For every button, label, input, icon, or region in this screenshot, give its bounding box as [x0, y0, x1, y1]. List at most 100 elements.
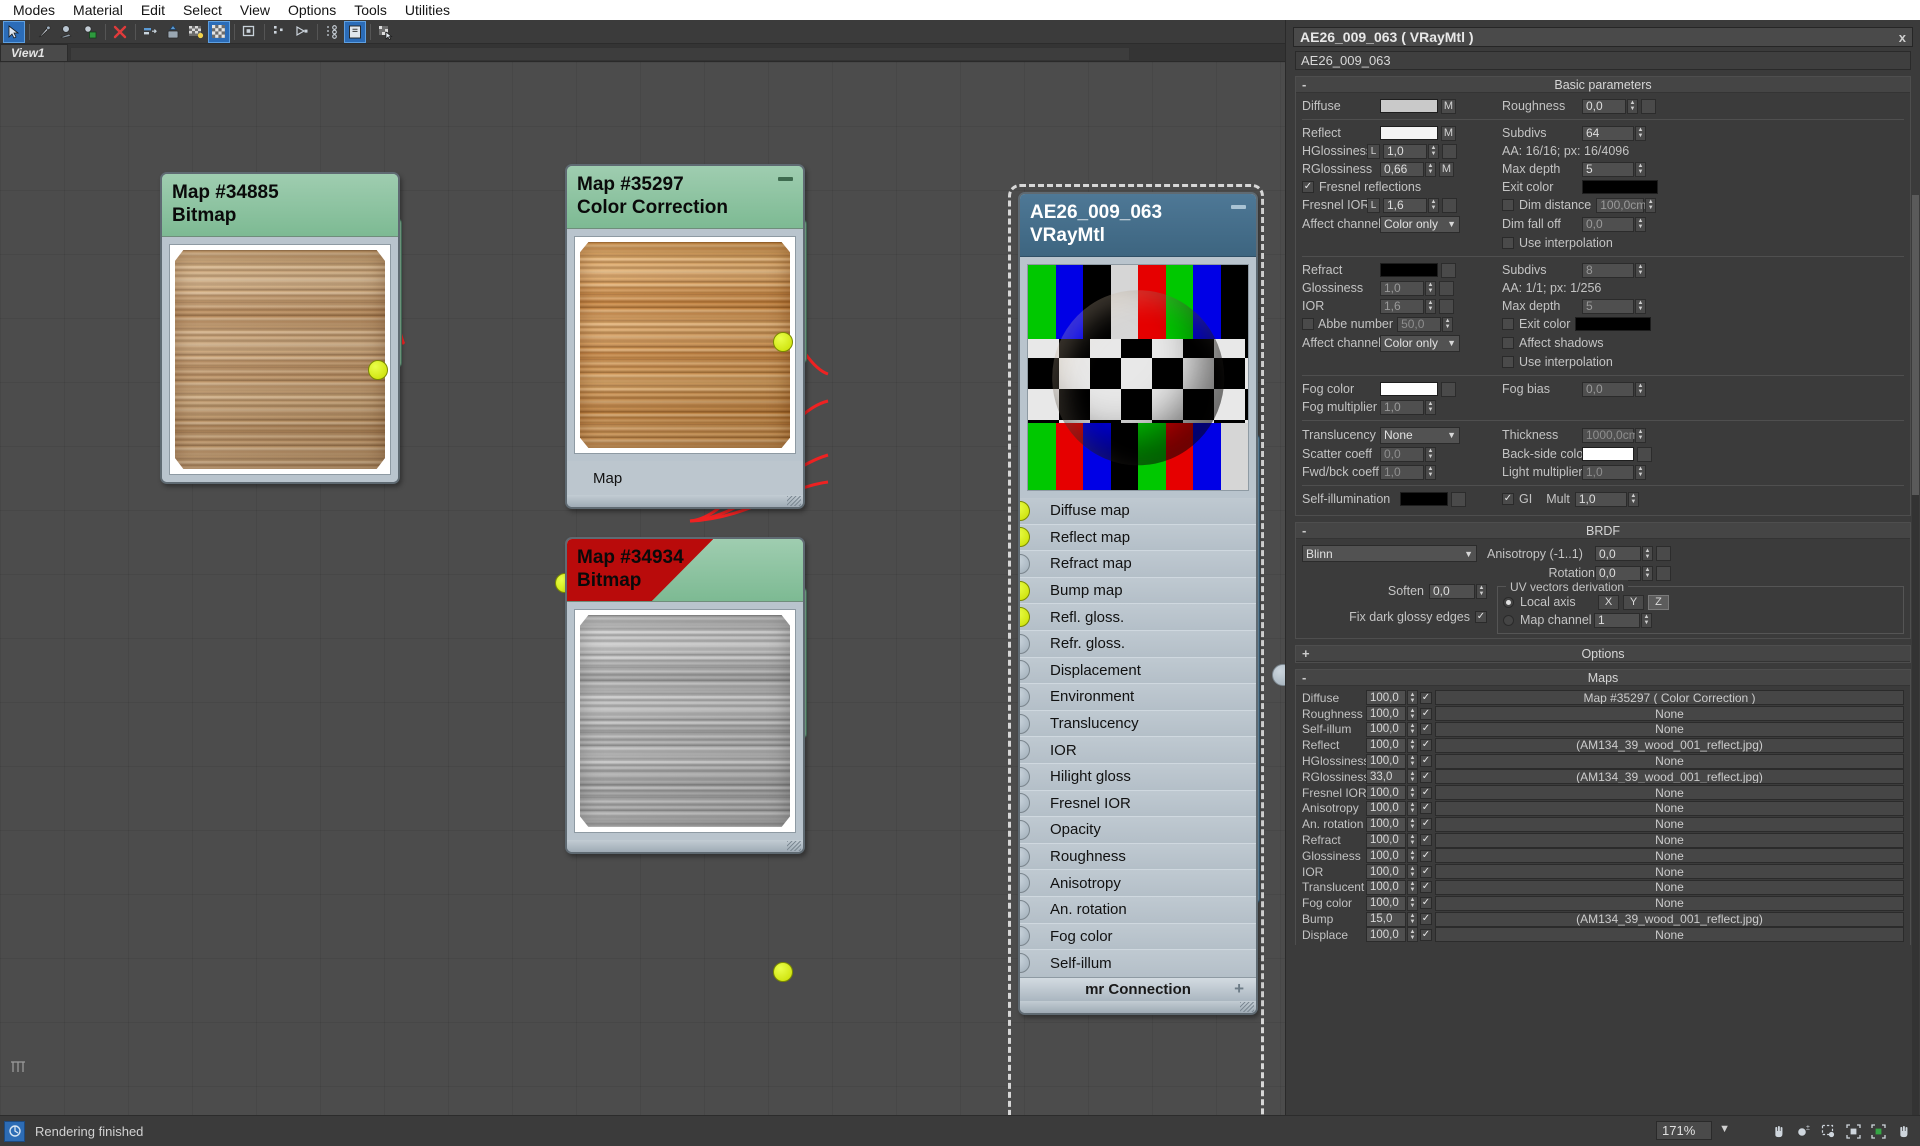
map-target-button[interactable]: None	[1435, 721, 1904, 737]
slot-hilight-gloss[interactable]: Hilight gloss	[1020, 763, 1256, 791]
map-amount-spinner[interactable]: ▲ ▼	[1407, 721, 1418, 737]
axis-y-button[interactable]: Y	[1623, 594, 1644, 610]
socket-hilight-gloss[interactable]	[1020, 766, 1030, 787]
map-amount-input[interactable]: 100,0	[1366, 816, 1406, 832]
pick-material-icon[interactable]	[33, 21, 55, 43]
map-enable-checkbox[interactable]: ✓	[1420, 865, 1432, 878]
output-socket-bitmap-34934[interactable]	[773, 962, 793, 982]
slot-environment[interactable]: Environment	[1020, 684, 1256, 711]
refract-maxdepth-spinner[interactable]: ▲ ▼	[1635, 298, 1646, 314]
fog-multiplier-input[interactable]: 1,0	[1380, 399, 1424, 415]
map-target-button[interactable]: None	[1435, 832, 1904, 848]
zoom-dropdown-chevron-down-icon[interactable]: ▼	[1719, 1123, 1730, 1135]
slot-self-illum[interactable]: Self-illum	[1020, 950, 1256, 977]
pan-hand-alt-icon[interactable]	[1891, 1119, 1916, 1143]
pan-icon[interactable]	[1766, 1119, 1791, 1143]
diffuse-color-swatch[interactable]	[1380, 99, 1438, 113]
dim-falloff-input[interactable]: 0,0	[1582, 216, 1634, 232]
slot-ior[interactable]: IOR	[1020, 737, 1256, 764]
slot-diffuse-map[interactable]: Diffuse map	[1020, 498, 1256, 525]
map-amount-input[interactable]: 100,0	[1366, 879, 1406, 895]
panel-scrollbar-thumb[interactable]	[1912, 195, 1919, 495]
input-slot-map[interactable]: Map	[567, 461, 803, 495]
menu-options[interactable]: Options	[279, 0, 345, 20]
rollout-toggle-icon[interactable]: +	[1302, 646, 1310, 661]
roughness-input[interactable]: 0,0	[1582, 98, 1626, 114]
fog-color-swatch[interactable]	[1380, 382, 1438, 396]
node-header[interactable]: Map #34885 Bitmap	[162, 174, 398, 237]
fix-dark-glossy-edges-checkbox[interactable]: ✓	[1475, 611, 1487, 623]
slot-opacity[interactable]: Opacity	[1020, 817, 1256, 844]
rglossiness-map-button[interactable]: M	[1439, 161, 1454, 177]
reflect-use-interpolation-checkbox[interactable]	[1502, 237, 1514, 249]
backside-color-swatch[interactable]	[1582, 447, 1634, 461]
menu-tools[interactable]: Tools	[345, 0, 396, 20]
dim-falloff-spinner[interactable]: ▲ ▼	[1635, 216, 1646, 232]
refract-exit-color-swatch[interactable]	[1575, 317, 1652, 331]
abbe-number-spinner[interactable]: ▲ ▼	[1442, 316, 1454, 332]
output-socket-color-correction[interactable]	[773, 332, 793, 352]
reflect-color-swatch[interactable]	[1380, 126, 1438, 140]
socket-ior[interactable]	[1020, 740, 1030, 761]
map-target-button[interactable]: (AM134_39_wood_001_reflect.jpg)	[1435, 911, 1904, 927]
map-enable-checkbox[interactable]: ✓	[1420, 755, 1432, 768]
map-amount-input[interactable]: 100,0	[1366, 832, 1406, 848]
hglossiness-map-button[interactable]: .	[1442, 143, 1457, 159]
socket-reflect-map[interactable]	[1020, 527, 1030, 548]
refract-subdivs-input[interactable]: 8	[1582, 262, 1634, 278]
map-channel-input[interactable]: 1	[1594, 612, 1640, 628]
rollout-toggle-icon[interactable]: -	[1302, 523, 1306, 538]
fresnel-reflections-checkbox[interactable]: ✓	[1302, 181, 1314, 193]
move-children-icon[interactable]	[139, 21, 161, 43]
map-enable-checkbox[interactable]: ✓	[1420, 928, 1432, 941]
map-target-button[interactable]: None	[1435, 927, 1904, 943]
anisotropy-input[interactable]: 0,0	[1595, 546, 1641, 561]
socket-refract-map[interactable]	[1020, 553, 1030, 574]
put-material-to-library-icon[interactable]	[162, 21, 184, 43]
axis-x-button[interactable]: X	[1598, 594, 1619, 610]
refract-subdivs-spinner[interactable]: ▲ ▼	[1635, 262, 1646, 278]
map-amount-spinner[interactable]: ▲ ▼	[1407, 785, 1418, 801]
scatter-coeff-spinner[interactable]: ▲ ▼	[1425, 446, 1436, 462]
map-amount-input[interactable]: 100,0	[1366, 721, 1406, 737]
fog-multiplier-spinner[interactable]: ▲ ▼	[1425, 399, 1436, 415]
thickness-spinner[interactable]: ▲ ▼	[1635, 427, 1646, 443]
map-amount-input[interactable]: 100,0	[1366, 927, 1406, 943]
anisotropy-map-button[interactable]: .	[1656, 546, 1671, 561]
slot-translucency[interactable]: Translucency	[1020, 710, 1256, 738]
fog-bias-input[interactable]: 0,0	[1582, 381, 1634, 397]
map-channel-spinner[interactable]: ▲ ▼	[1641, 612, 1652, 628]
dim-distance-checkbox[interactable]	[1502, 199, 1514, 211]
zoom-extents-icon[interactable]	[1841, 1119, 1866, 1143]
map-amount-spinner[interactable]: ▲ ▼	[1407, 769, 1418, 785]
axis-z-button[interactable]: Z	[1648, 594, 1669, 610]
socket-anisotropy[interactable]	[1020, 873, 1030, 894]
hglossiness-spinner[interactable]: ▲ ▼	[1428, 143, 1439, 159]
zoom-level-input[interactable]: 171%	[1656, 1121, 1712, 1140]
slot-fog-color[interactable]: Fog color	[1020, 923, 1256, 951]
map-enable-checkbox[interactable]: ✓	[1420, 913, 1432, 926]
fresnel-ior-input[interactable]: 1,6	[1383, 197, 1427, 213]
map-amount-input[interactable]: 100,0	[1366, 864, 1406, 880]
refract-affect-channels-dropdown[interactable]: Color only ▼	[1380, 334, 1460, 352]
scatter-coeff-input[interactable]: 0,0	[1380, 446, 1424, 462]
show-end-result-icon[interactable]	[238, 21, 260, 43]
refract-glossiness-map-button[interactable]: .	[1439, 280, 1454, 296]
rollout-brdf-header[interactable]: - BRDF	[1296, 523, 1910, 539]
map-amount-spinner[interactable]: ▲ ▼	[1407, 864, 1418, 880]
refract-ior-map-button[interactable]: .	[1439, 298, 1454, 314]
slot-anisotropy[interactable]: Anisotropy	[1020, 870, 1256, 897]
map-target-button[interactable]: (AM134_39_wood_001_reflect.jpg)	[1435, 737, 1904, 753]
refract-map-button[interactable]: .	[1441, 262, 1456, 278]
map-amount-spinner[interactable]: ▲ ▼	[1407, 690, 1418, 706]
fwdbck-coeff-spinner[interactable]: ▲ ▼	[1425, 464, 1436, 480]
fresnel-ior-lock-button[interactable]: L	[1367, 197, 1380, 213]
node-header[interactable]: Map #35297 Color Correction	[567, 166, 803, 229]
map-enable-checkbox[interactable]: ✓	[1420, 739, 1432, 752]
map-enable-checkbox[interactable]: ✓	[1420, 786, 1432, 799]
refract-ior-input[interactable]: 1,6	[1380, 298, 1424, 314]
map-enable-checkbox[interactable]: ✓	[1420, 770, 1432, 783]
map-amount-spinner[interactable]: ▲ ▼	[1407, 706, 1418, 722]
select-by-material-icon[interactable]	[374, 21, 396, 43]
thickness-input[interactable]: 1000,0cm	[1582, 427, 1639, 443]
